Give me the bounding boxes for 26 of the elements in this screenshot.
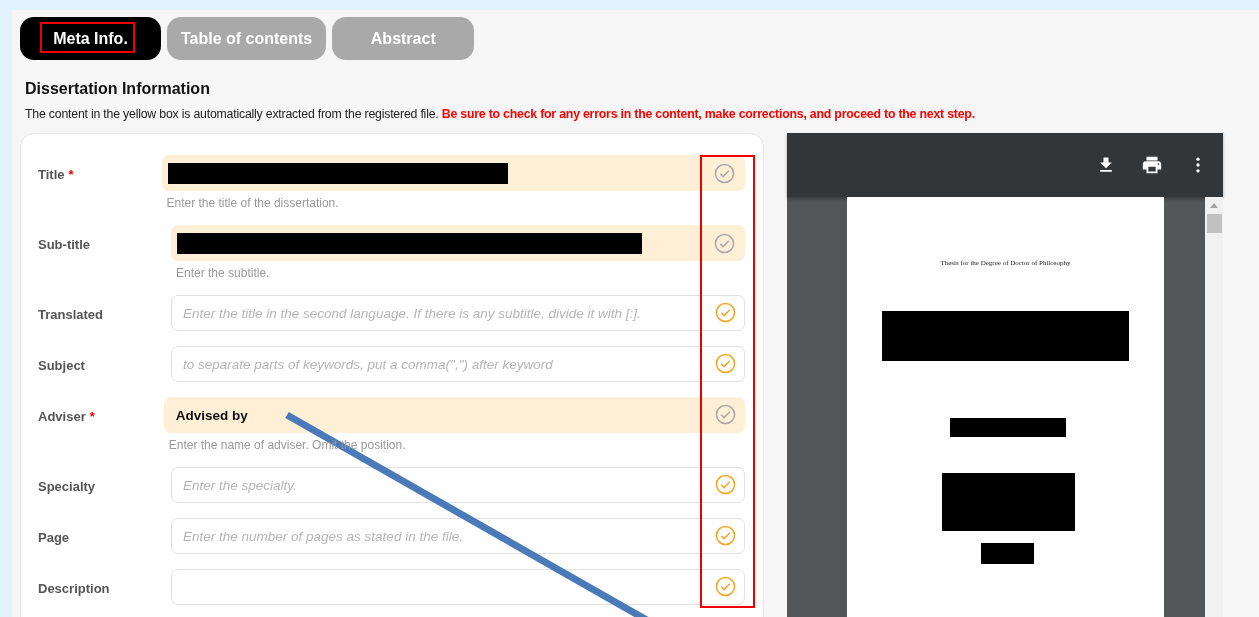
section-heading: Dissertation Information bbox=[25, 80, 211, 98]
field-label: Translated bbox=[38, 306, 105, 322]
scrollbar[interactable] bbox=[1205, 197, 1223, 617]
input-field[interactable]: Enter the specialty. bbox=[171, 467, 745, 503]
field-label: Adviser bbox=[38, 408, 86, 424]
input-field[interactable]: to separate parts of keywords, put a comma(",") after keyword bbox=[171, 346, 745, 382]
field-label: Title bbox=[38, 166, 65, 182]
field-label: Page bbox=[38, 529, 71, 545]
field-label: Description bbox=[38, 580, 111, 596]
field-label: Specialty bbox=[38, 478, 97, 494]
required-mark: * bbox=[89, 409, 96, 424]
print-icon[interactable] bbox=[1141, 154, 1163, 176]
tab[interactable]: Meta Info. bbox=[20, 17, 161, 60]
field-label: Subject bbox=[38, 357, 86, 373]
input-field[interactable] bbox=[171, 225, 745, 261]
redaction-bar bbox=[981, 543, 1034, 564]
input-field[interactable]: Advised by bbox=[163, 397, 745, 433]
input-field[interactable] bbox=[171, 569, 745, 605]
hint-text: Enter the subtitle. bbox=[176, 266, 271, 280]
input-field[interactable]: Enter the number of pages as stated in the file. bbox=[171, 518, 745, 554]
required-mark: * bbox=[68, 167, 75, 182]
input-field[interactable]: Enter the title in the second language. If there is any subtitle, divide it with [:]. bbox=[171, 295, 745, 331]
notice-text: The content in the yellow box is automatically extracted from the registered file. Be sure to check for any errors in the content, make corrections, and proceed to the next step. bbox=[25, 107, 976, 121]
field-label: Sub-title bbox=[38, 236, 91, 252]
input-field[interactable] bbox=[161, 155, 745, 191]
hint-text: Enter the title of the dissertation. bbox=[166, 196, 340, 210]
